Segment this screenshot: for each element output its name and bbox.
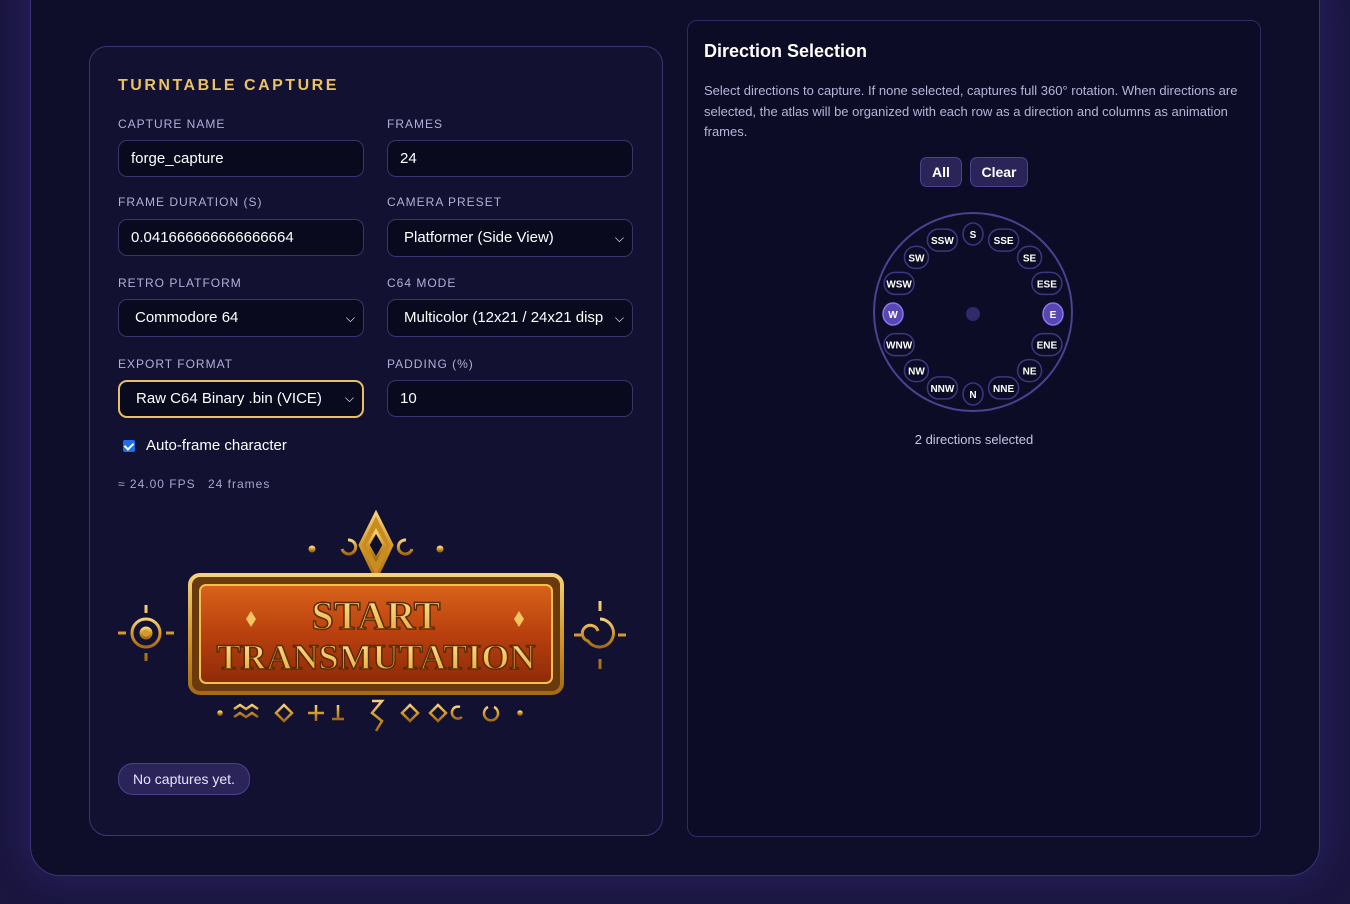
direction-label: NE: [1023, 367, 1037, 378]
retro-platform-label: RETRO PLATFORM: [118, 276, 242, 290]
fps-info: ≈ 24.00 FPS 24 frames: [118, 477, 278, 491]
export-format-select[interactable]: Raw C64 Binary .bin (VICE) ⌵: [118, 380, 364, 418]
direction-button-ese[interactable]: ESE: [1031, 271, 1063, 296]
direction-label: SSW: [931, 236, 954, 247]
camera-preset-select[interactable]: Platformer (Side View) ⌵: [387, 219, 633, 257]
frames-label: FRAMES: [387, 117, 444, 131]
directions-count: 2 directions selected: [914, 432, 1034, 447]
direction-button-ssw[interactable]: SSW: [926, 228, 959, 252]
direction-button-nw[interactable]: NW: [903, 358, 930, 383]
frames-count-text: 24 frames: [207, 477, 271, 491]
direction-label: N: [969, 390, 976, 401]
chevron-down-icon: ⌵: [344, 391, 354, 405]
export-format-label: EXPORT FORMAT: [118, 357, 234, 371]
padding-input[interactable]: 10: [387, 380, 633, 417]
direction-button-sse[interactable]: SSE: [987, 228, 1020, 252]
direction-dial: S SSE SE ESE E ENE NE NNE N NNW NW WNW W WSW SW SSW: [873, 212, 1073, 412]
direction-button-s[interactable]: S: [962, 222, 984, 246]
frame-duration-label: FRAME DURATION (S): [118, 195, 263, 209]
retro-platform-select[interactable]: Commodore 64 ⌵: [118, 299, 364, 337]
start-transmutation-button[interactable]: START TRANSMUTATION: [116, 509, 636, 749]
direction-label: SSE: [994, 236, 1014, 247]
direction-label: NW: [908, 367, 925, 378]
direction-label: WNW: [886, 341, 913, 352]
c64-mode-label: C64 MODE: [387, 276, 457, 290]
direction-label: S: [970, 230, 977, 241]
frames-input[interactable]: 24: [387, 140, 633, 177]
fps-text: ≈ 24.00 FPS: [118, 477, 196, 491]
direction-label: E: [1050, 310, 1057, 321]
select-all-button[interactable]: All: [920, 157, 962, 187]
direction-button-sw[interactable]: SW: [903, 245, 930, 270]
frame-duration-input[interactable]: 0.041666666666666664: [118, 219, 364, 256]
direction-button-ene[interactable]: ENE: [1031, 332, 1063, 357]
rune-row-icon: [217, 699, 523, 732]
direction-selection-panel: Direction Selection Select directions to…: [687, 20, 1261, 837]
start-label: START: [311, 593, 440, 638]
direction-button-ne[interactable]: NE: [1016, 358, 1043, 383]
direction-label: SE: [1023, 253, 1037, 264]
chevron-down-icon: ⌵: [614, 311, 624, 325]
c64-mode-select[interactable]: Multicolor (12x21 / 24x21 disp ⌵: [387, 299, 633, 337]
panel-title: TURNTABLE CAPTURE: [118, 77, 339, 94]
chevron-down-icon: ⌵: [614, 231, 624, 245]
top-ornament-icon: [308, 509, 444, 583]
export-format-value: Raw C64 Binary .bin (VICE): [136, 390, 322, 407]
camera-preset-label: CAMERA PRESET: [387, 195, 503, 209]
direction-label: WSW: [886, 279, 912, 290]
direction-button-nne[interactable]: NNE: [987, 376, 1020, 400]
turntable-capture-panel: TURNTABLE CAPTURE CAPTURE NAME forge_cap…: [89, 46, 663, 836]
panel-title: Direction Selection: [704, 41, 868, 61]
sun-ornament-icon: [118, 605, 174, 661]
direction-label: NNE: [993, 384, 1014, 395]
direction-button-wsw[interactable]: WSW: [883, 271, 915, 296]
direction-label: SW: [908, 253, 925, 264]
direction-button-e[interactable]: E: [1042, 302, 1064, 326]
dial-center-icon: [966, 307, 980, 321]
direction-button-n[interactable]: N: [962, 382, 984, 406]
auto-frame-label: Auto-frame character: [146, 437, 287, 454]
padding-label: PADDING (%): [387, 357, 474, 371]
direction-label: ENE: [1037, 341, 1058, 352]
spiral-ornament-icon: [574, 601, 626, 669]
capture-name-label: CAPTURE NAME: [118, 117, 226, 131]
capture-name-input[interactable]: forge_capture: [118, 140, 364, 177]
direction-label: W: [888, 310, 898, 321]
chevron-down-icon: ⌵: [345, 311, 355, 325]
transmutation-label: TRANSMUTATION: [217, 637, 536, 677]
retro-platform-value: Commodore 64: [135, 309, 239, 326]
status-badge: No captures yet.: [118, 763, 250, 795]
direction-button-nnw[interactable]: NNW: [926, 376, 959, 400]
auto-frame-checkbox[interactable]: [123, 440, 135, 452]
panel-description: Select directions to capture. If none se…: [704, 83, 1238, 139]
camera-preset-value: Platformer (Side View): [404, 229, 554, 246]
direction-label: ESE: [1037, 279, 1057, 290]
direction-button-wnw[interactable]: WNW: [883, 332, 915, 357]
direction-label: NNW: [930, 384, 954, 395]
clear-button[interactable]: Clear: [970, 157, 1028, 187]
direction-button-se[interactable]: SE: [1016, 245, 1043, 270]
direction-button-w[interactable]: W: [882, 302, 904, 326]
c64-mode-value: Multicolor (12x21 / 24x21 disp: [404, 309, 604, 326]
